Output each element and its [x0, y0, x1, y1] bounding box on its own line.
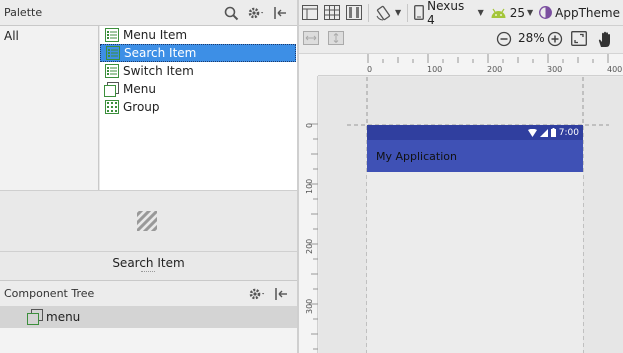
palette-item-label: Search Item — [124, 46, 197, 60]
menu-icon — [104, 81, 119, 97]
palette-preview: Search Item — [0, 190, 297, 272]
pan-hand-icon[interactable] — [597, 31, 614, 48]
device-dropdown[interactable]: Nexus 4 ▼ — [411, 0, 487, 27]
palette-title: Palette — [4, 6, 43, 19]
ruler-label: 100 — [305, 178, 314, 194]
blueprint-view-icon[interactable] — [321, 0, 343, 26]
split-view-icon[interactable] — [343, 0, 365, 26]
group-icon — [104, 100, 119, 114]
category-all[interactable]: All — [4, 29, 19, 43]
tree-node-label: menu — [46, 310, 81, 324]
zoom-level: 28% — [518, 31, 545, 45]
phone-icon — [414, 5, 425, 20]
tree-node-menu[interactable]: menu — [0, 306, 297, 328]
orientation-dropdown[interactable]: ▼ — [372, 0, 404, 26]
component-tree: menu — [0, 306, 297, 353]
palette-item-label: Group — [123, 100, 160, 114]
theme-selector[interactable]: AppTheme — [536, 0, 623, 26]
component-tree-header: Component Tree — [0, 280, 297, 306]
ruler-label: 400 — [607, 65, 623, 74]
ruler-label: 0 — [305, 122, 314, 128]
ruler-label: 300 — [547, 65, 563, 74]
ruler-label: 300 — [305, 298, 314, 314]
component-tree-title: Component Tree — [4, 287, 95, 300]
zoom-out-icon[interactable] — [496, 31, 512, 47]
gear-icon[interactable] — [247, 3, 265, 23]
palette-item-label: Menu — [123, 82, 156, 96]
menu-icon — [27, 309, 43, 325]
palette-items-list: Menu Item Search Item Switch Item Menu G… — [100, 26, 297, 190]
design-canvas[interactable]: 7:00 My Application — [319, 77, 623, 353]
device-preview[interactable]: 7:00 My Application — [367, 125, 583, 353]
pin-icon[interactable] — [273, 3, 287, 23]
zoom-to-fit-icon[interactable] — [571, 31, 587, 46]
theme-icon — [539, 6, 553, 19]
palette-item-label: Menu Item — [123, 28, 188, 42]
ruler-horizontal: 0 100 200 300 400 — [318, 54, 623, 76]
palette-item-switch-item[interactable]: Switch Item — [100, 62, 296, 80]
ruler-label: 200 — [487, 65, 503, 74]
design-toolbar: ▼ Nexus 4 ▼ 25 ▼ AppTheme — [299, 0, 623, 27]
palette-item-menu-item[interactable]: Menu Item — [100, 26, 296, 44]
palette-header: Palette — [0, 0, 297, 26]
ruler-label: 100 — [427, 65, 443, 74]
preview-label-row: Search Item — [0, 251, 297, 273]
android-icon — [491, 8, 506, 18]
search-item-icon — [105, 46, 120, 60]
wifi-icon — [527, 128, 537, 137]
ruler-corner — [299, 54, 318, 76]
toolbar-separator — [407, 3, 409, 22]
ruler-label: 200 — [305, 238, 314, 254]
palette-item-label: Switch Item — [123, 64, 194, 78]
preview-placeholder-icon — [137, 211, 157, 234]
api-label: 25 — [509, 5, 525, 20]
menu-item-icon — [104, 28, 119, 42]
zoom-in-icon[interactable] — [547, 31, 563, 47]
ruler-vertical: 0 100 200 300 — [299, 76, 318, 353]
status-time: 7:00 — [558, 127, 579, 138]
vertical-constraint-icon[interactable] — [328, 31, 344, 45]
device-label: Nexus 4 — [427, 0, 465, 27]
design-view-icon[interactable] — [299, 0, 321, 26]
show-constraints-icon[interactable] — [303, 31, 319, 45]
preview-label: Search Item — [112, 256, 185, 270]
api-level-dropdown[interactable]: 25 ▼ — [487, 0, 536, 26]
splitter-handle[interactable] — [141, 271, 155, 273]
battery-icon — [550, 128, 556, 137]
zoom-toolbar: 28% — [299, 26, 623, 54]
palette-item-group[interactable]: Group — [100, 98, 296, 116]
ruler-label: 0 — [367, 65, 373, 74]
signal-icon — [539, 128, 548, 137]
palette-categories: All — [0, 26, 99, 190]
gear-icon[interactable] — [248, 284, 266, 304]
theme-label: AppTheme — [555, 5, 620, 20]
pin-icon[interactable] — [274, 284, 288, 304]
switch-item-icon — [104, 64, 119, 78]
app-title: My Application — [376, 149, 457, 163]
app-bar: My Application — [367, 140, 583, 172]
palette-item-search-item[interactable]: Search Item — [100, 44, 296, 62]
search-icon[interactable] — [224, 3, 239, 23]
toolbar-separator — [368, 3, 369, 22]
status-bar: 7:00 — [367, 125, 583, 140]
palette-item-menu[interactable]: Menu — [100, 80, 296, 98]
